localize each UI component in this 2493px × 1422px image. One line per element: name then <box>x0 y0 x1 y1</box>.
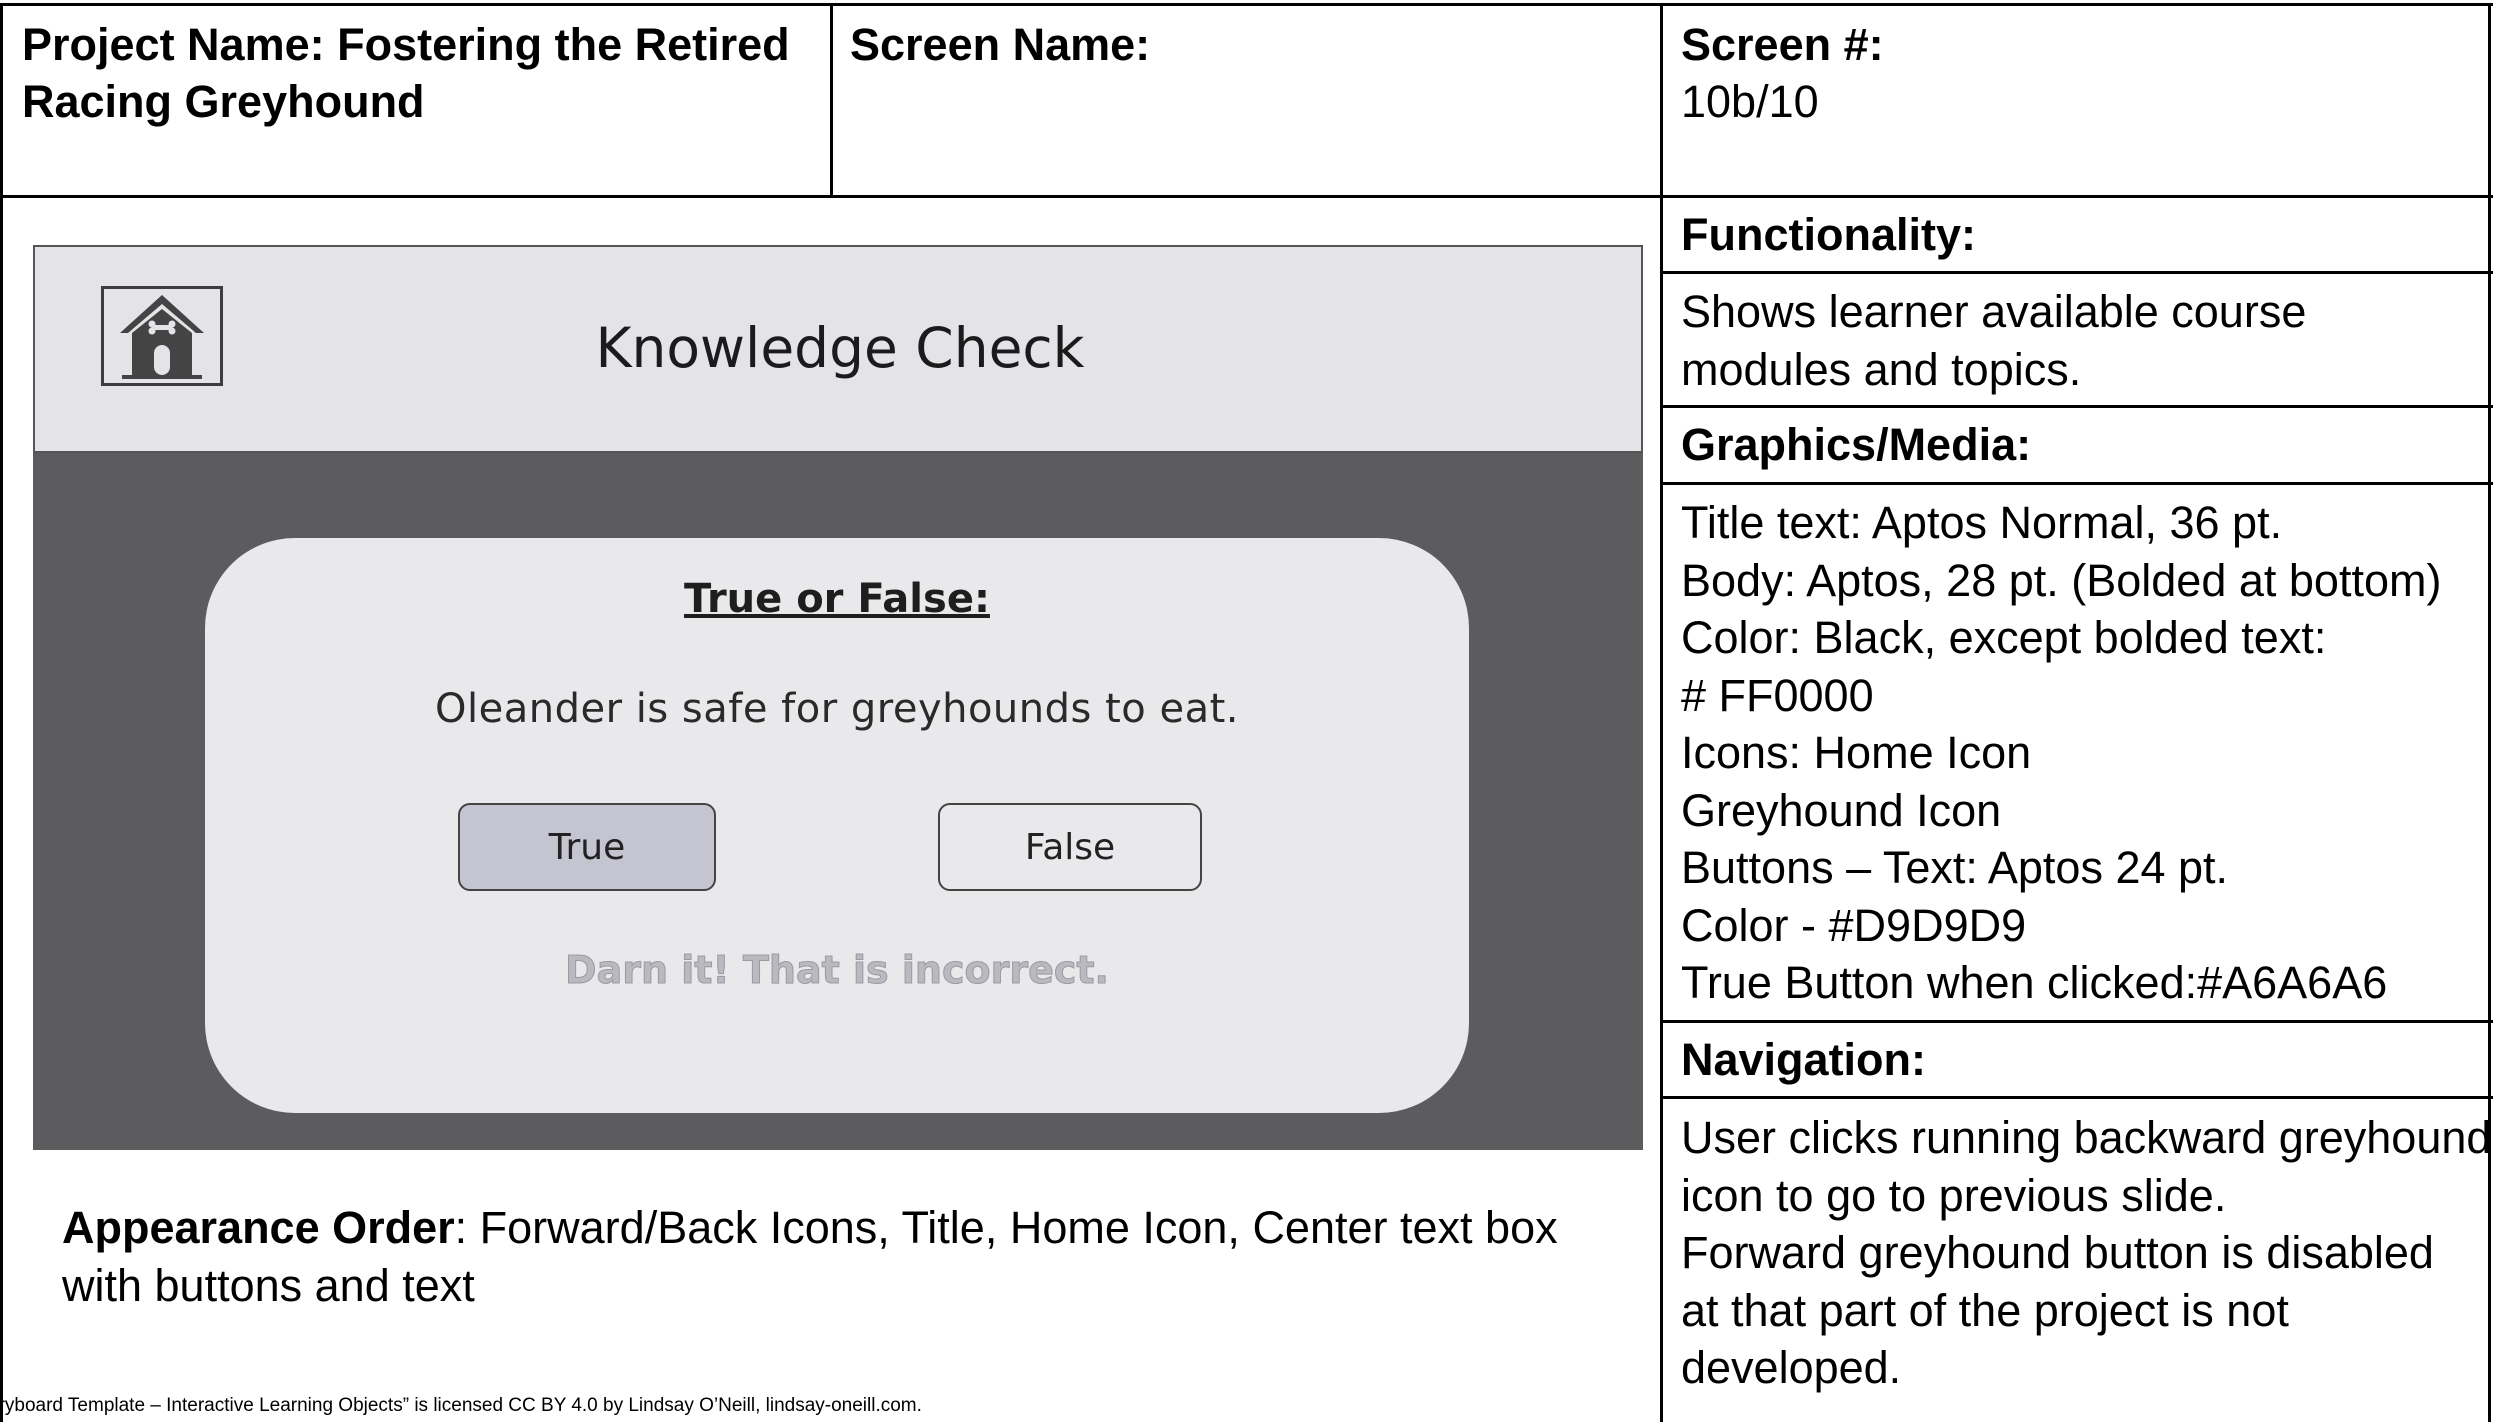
header-divider-2 <box>1660 3 1663 1422</box>
appearance-order-label: Appearance Order <box>62 1202 455 1253</box>
slide-header: Knowledge Check <box>33 245 1643 453</box>
question-heading: True or False: <box>684 576 990 622</box>
functionality-text: Shows learner available course modules a… <box>1681 286 2307 395</box>
navigation-line: icon to go to previous slide. <box>1681 1169 2227 1221</box>
border-left <box>0 3 3 1422</box>
license-footer: oryboard Template – Interactive Learning… <box>0 1395 922 1416</box>
header-bottom-line <box>0 195 2493 198</box>
graphics-media-label: Graphics/Media: <box>1681 419 2032 470</box>
screen-number-label: Screen #: <box>1681 19 1884 70</box>
graphics-line: Color: Black, except bolded text: <box>1681 612 2327 663</box>
side-line-3 <box>1660 482 2493 485</box>
navigation-line: at that part of the project is not <box>1681 1284 2289 1336</box>
screen-name-label: Screen Name: <box>850 19 1151 70</box>
graphics-line: True Button when clicked:#A6A6A6 <box>1681 957 2388 1008</box>
navigation-line: Forward greyhound button is disabled <box>1681 1227 2434 1278</box>
true-button[interactable]: True <box>458 803 716 891</box>
graphics-line: Color - #D9D9D9 <box>1681 899 2027 951</box>
screen-number-value: 10b/10 <box>1681 76 1819 127</box>
navigation-line: developed. <box>1681 1342 1902 1393</box>
slide-body: True or False: Oleander is safe for grey… <box>33 453 1643 1150</box>
side-line-5 <box>1660 1096 2493 1099</box>
navigation-label: Navigation: <box>1681 1034 1927 1085</box>
graphics-media-list: Title text: Aptos Normal, 36 pt. Body: A… <box>1681 494 2481 1012</box>
question-text: Oleander is safe for greyhounds to eat. <box>435 686 1239 732</box>
project-name: Project Name: Fostering the Retired Raci… <box>22 19 790 127</box>
graphics-line: Greyhound Icon <box>1681 784 2002 836</box>
false-button[interactable]: False <box>938 803 1202 891</box>
appearance-order: Appearance Order: Forward/Back Icons, Ti… <box>62 1199 1622 1314</box>
side-line-1 <box>1660 271 2493 274</box>
graphics-line: # FF0000 <box>1681 669 1874 721</box>
navigation-line: User clicks running backward greyhound <box>1681 1112 2492 1163</box>
slide-title: Knowledge Check <box>595 316 1085 380</box>
question-box: True or False: Oleander is safe for grey… <box>205 538 1469 1113</box>
functionality-label: Functionality: <box>1681 209 1976 260</box>
feedback-text: Darn it! That is incorrect. <box>565 948 1110 993</box>
graphics-line: Body: Aptos, 28 pt. (Bolded at bottom) <box>1681 554 2442 606</box>
graphics-line: Icons: Home Icon <box>1681 727 2032 778</box>
graphics-line: Title text: Aptos Normal, 36 pt. <box>1681 497 2283 548</box>
navigation-list: User clicks running backward greyhound i… <box>1681 1109 2491 1397</box>
side-line-2 <box>1660 405 2493 408</box>
graphics-line: Buttons – Text: Aptos 24 pt. <box>1681 842 2229 893</box>
header-divider-1 <box>830 3 833 198</box>
side-line-4 <box>1660 1020 2493 1023</box>
border-top <box>0 3 2493 6</box>
